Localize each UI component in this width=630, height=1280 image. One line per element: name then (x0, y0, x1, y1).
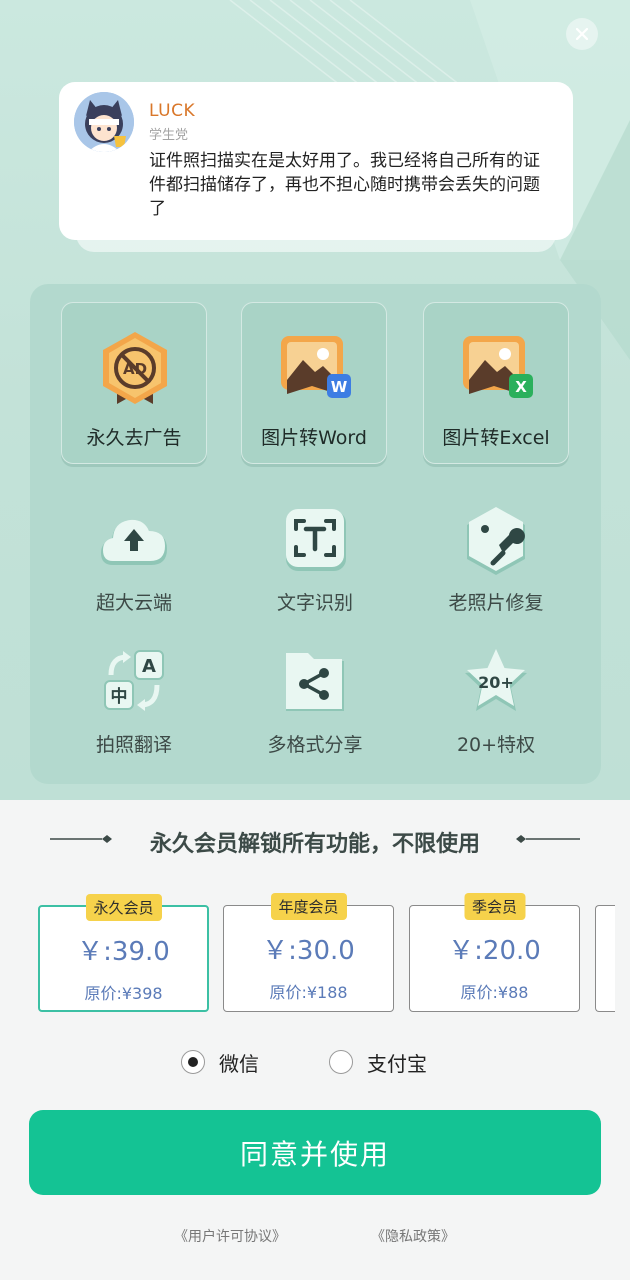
payment-option-alipay[interactable]: 支付宝 (329, 1046, 427, 1078)
review-text: 证件照扫描实在是太好用了。我已经将自己所有的证件都扫描储存了，再也不担心随时携带… (149, 151, 540, 219)
photo-repair-icon (459, 505, 533, 579)
cloud-upload-icon (97, 505, 171, 579)
agree-and-use-button[interactable]: 同意并使用 (29, 1110, 601, 1195)
star-badge-text: 20+ (478, 673, 514, 692)
avatar-illustration-icon (74, 92, 134, 152)
payment-label: 微信 (219, 1051, 259, 1076)
radio-unchecked-icon[interactable] (329, 1050, 353, 1074)
privacy-policy-link[interactable]: 《隐私政策》 (371, 1226, 455, 1246)
feature-text-recognition[interactable]: 文字识别 (235, 505, 395, 635)
close-icon (575, 27, 589, 41)
feature-label: 文字识别 (276, 592, 353, 614)
user-review-card: LUCK 学生党 证件照扫描实在是太好用了。我已经将自己所有的证件都扫描储存了，… (59, 82, 573, 240)
user-agreement-link[interactable]: 《用户许可协议》 (174, 1226, 286, 1246)
text-recognition-icon (278, 505, 352, 579)
plan-card-quarterly[interactable]: 季会员 ￥:20.0 原价:¥88 (409, 893, 580, 1012)
feature-label: 20+特权 (456, 734, 536, 756)
payment-option-wechat[interactable]: 微信 (181, 1046, 259, 1078)
svg-text:A: A (142, 656, 156, 677)
premium-card-image-to-excel[interactable]: X 图片转Excel (423, 302, 569, 464)
plan-card-more[interactable] (595, 905, 615, 1012)
plan-original-price: 原价:¥188 (269, 983, 348, 1002)
review-user-tag: 学生党 (149, 128, 189, 143)
plan-badge: 永久会员 (85, 894, 162, 921)
feature-label: 老照片修复 (448, 592, 544, 614)
premium-card-ad-free[interactable]: AD 永久去广告 (61, 302, 207, 464)
payment-label: 支付宝 (367, 1051, 427, 1076)
plan-price: ￥:39.0 (77, 937, 170, 967)
feature-cloud-storage[interactable]: 超大云端 (54, 505, 214, 635)
avatar (74, 92, 134, 152)
review-user-name: LUCK (149, 101, 196, 121)
plan-card-lifetime[interactable]: 永久会员 ￥:39.0 原价:¥398 (38, 894, 209, 1012)
close-button[interactable] (566, 18, 598, 50)
ad-block-icon: AD (95, 328, 175, 408)
image-to-word-icon: W (275, 328, 355, 408)
feature-label: 超大云端 (95, 592, 172, 614)
premium-label: 图片转Word (261, 427, 367, 449)
translate-icon: A 中 (97, 647, 171, 721)
plan-badge: 季会员 (463, 893, 526, 920)
plan-original-price: 原价:¥398 (84, 984, 163, 1003)
feature-privileges[interactable]: 20+ 20+特权 (416, 647, 576, 777)
image-to-excel-icon: X (457, 328, 537, 408)
section-title-row: 永久会员解锁所有功能，不限使用 (0, 820, 630, 860)
feature-label: 多格式分享 (267, 734, 363, 756)
radio-checked-icon[interactable] (181, 1050, 205, 1074)
plan-price: ￥:30.0 (262, 936, 355, 966)
premium-label: 图片转Excel (442, 427, 550, 449)
premium-card-image-to-word[interactable]: W 图片转Word (241, 302, 387, 464)
plan-badge: 年度会员 (270, 893, 347, 920)
premium-label: 永久去广告 (86, 427, 182, 449)
svg-text:中: 中 (111, 686, 128, 707)
svg-text:W: W (331, 378, 348, 396)
plan-card-annual[interactable]: 年度会员 ￥:30.0 原价:¥188 (223, 893, 394, 1012)
feature-label: 拍照翻译 (95, 734, 172, 756)
plan-price: ￥:20.0 (448, 936, 541, 966)
feature-photo-translate[interactable]: A 中 拍照翻译 (54, 647, 214, 777)
svg-text:X: X (515, 378, 527, 396)
plan-original-price: 原价:¥88 (460, 983, 529, 1002)
feature-photo-repair[interactable]: 老照片修复 (416, 505, 576, 635)
feature-showcase: LUCK 学生党 证件照扫描实在是太好用了。我已经将自己所有的证件都扫描储存了，… (0, 0, 630, 800)
feature-multi-format-share[interactable]: 多格式分享 (235, 647, 395, 777)
title-ornament-right-icon (516, 835, 580, 843)
star-badge-icon: 20+ (459, 647, 533, 721)
share-folder-icon (278, 647, 352, 721)
